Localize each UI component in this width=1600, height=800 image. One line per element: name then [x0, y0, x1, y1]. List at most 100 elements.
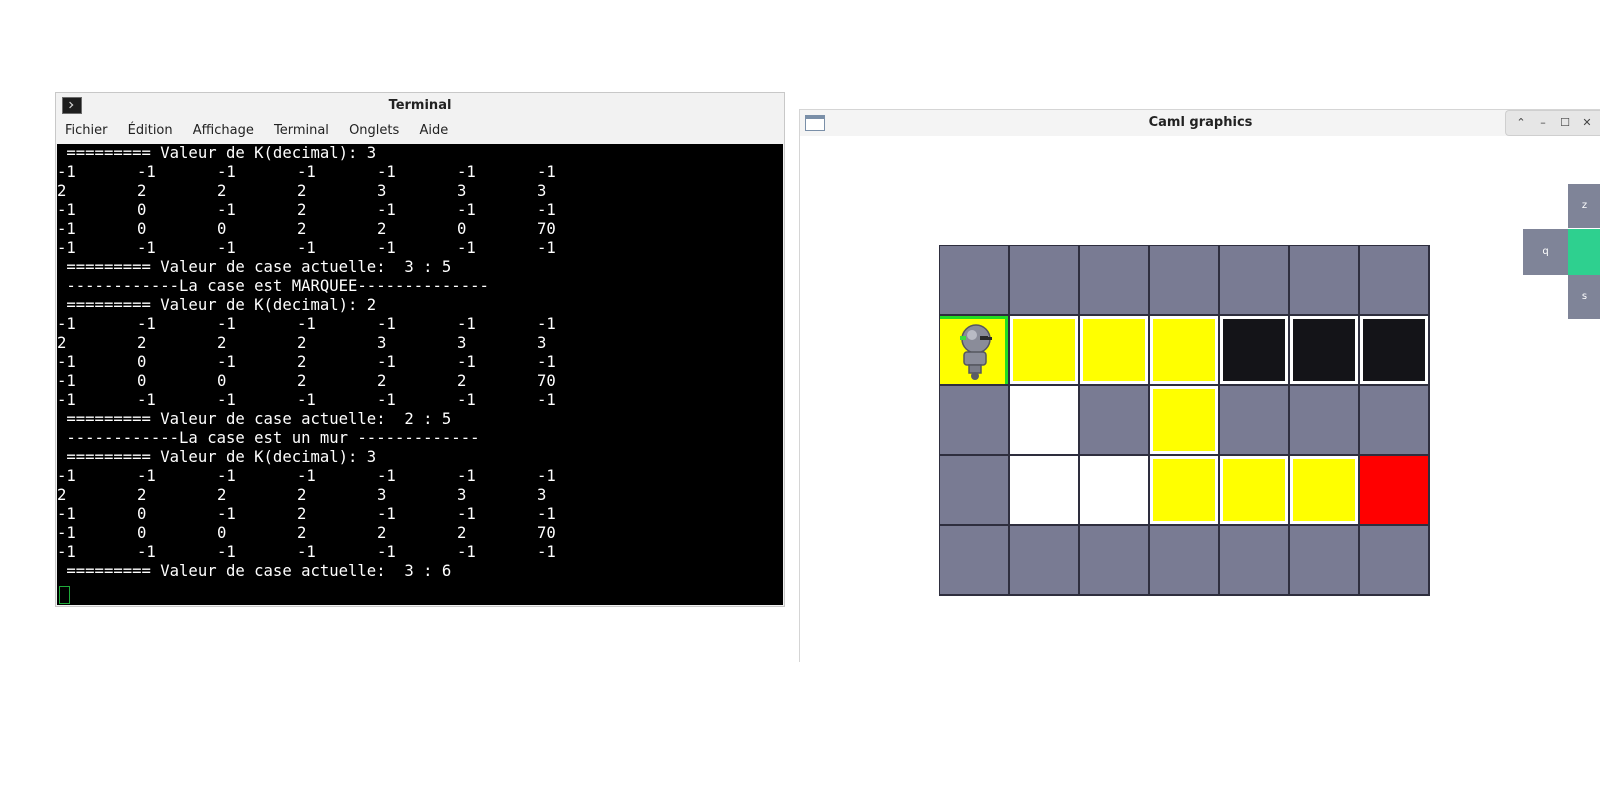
maze-cell-path	[1080, 316, 1148, 384]
terminal-matrix-cell: -1	[457, 201, 476, 219]
terminal-matrix-cell: -1	[537, 239, 556, 257]
maze-cell-wall	[1290, 526, 1358, 594]
maze-cell-marked	[1360, 316, 1428, 384]
terminal-matrix-cell: 2	[457, 372, 467, 390]
terminal-window[interactable]: Terminal Fichier Édition Affichage Termi…	[55, 92, 785, 607]
terminal-matrix-cell: 2	[297, 334, 307, 352]
terminal-matrix-cell: 2	[137, 182, 147, 200]
maze-cell-path	[1010, 316, 1078, 384]
terminal-matrix-cell: 3	[377, 334, 387, 352]
terminal-matrix-cell: 3	[457, 334, 467, 352]
terminal-matrix-cell: -1	[217, 163, 236, 181]
maze-cell-wall	[1360, 526, 1428, 594]
terminal-matrix-cell: 2	[297, 353, 307, 371]
maze-board	[939, 245, 1430, 596]
terminal-matrix-cell: 0	[217, 220, 227, 238]
control-down-key[interactable]: s	[1568, 275, 1600, 319]
terminal-matrix-cell: -1	[457, 505, 476, 523]
terminal-matrix-cell: 0	[137, 505, 147, 523]
shade-icon[interactable]: ⌃	[1514, 116, 1528, 129]
robot-icon	[960, 324, 992, 380]
terminal-matrix-cell: 3	[537, 334, 547, 352]
terminal-cursor	[59, 586, 70, 604]
terminal-matrix-cell: -1	[457, 163, 476, 181]
maze-cell-path	[1220, 456, 1288, 524]
control-up-key[interactable]: z	[1568, 184, 1600, 228]
terminal-matrix-cell: 2	[57, 334, 67, 352]
terminal-line: ========= Valeur de K(decimal): 3	[57, 144, 377, 162]
maze-cell-wall	[940, 386, 1008, 454]
menu-onglets[interactable]: Onglets	[340, 119, 406, 138]
caml-graphics-window[interactable]: Caml graphics ⌃ – ☐ ✕ z q s	[799, 109, 1600, 662]
terminal-matrix-cell: -1	[217, 201, 236, 219]
maze-cell-wall	[940, 456, 1008, 524]
maze-cell-wall	[1080, 386, 1148, 454]
terminal-matrix-cell: -1	[57, 372, 76, 390]
maze-cell-wall	[1290, 386, 1358, 454]
caml-title: Caml graphics	[1148, 115, 1253, 130]
terminal-matrix-cell: -1	[377, 353, 396, 371]
terminal-matrix-cell: -1	[217, 543, 236, 561]
terminal-matrix-cell: 2	[137, 334, 147, 352]
terminal-matrix-cell: -1	[297, 543, 316, 561]
maze-cell-empty	[1080, 456, 1148, 524]
terminal-titlebar[interactable]: Terminal	[56, 93, 784, 117]
maze-cell-wall	[1010, 526, 1078, 594]
maze-cell-wall	[940, 526, 1008, 594]
maze-cell-wall	[1360, 246, 1428, 314]
maximize-icon[interactable]: ☐	[1558, 116, 1572, 129]
control-center-key[interactable]	[1568, 229, 1600, 275]
terminal-matrix-cell: -1	[57, 505, 76, 523]
terminal-matrix-cell: 2	[457, 524, 467, 542]
terminal-matrix-cell: -1	[537, 467, 556, 485]
caml-titlebar[interactable]: Caml graphics ⌃ – ☐ ✕	[800, 110, 1600, 136]
terminal-matrix-cell: 2	[297, 486, 307, 504]
terminal-menubar: Fichier Édition Affichage Terminal Ongle…	[56, 119, 784, 141]
maze-cell-path	[1150, 456, 1218, 524]
menu-affichage[interactable]: Affichage	[184, 119, 261, 138]
terminal-matrix-cell: 2	[217, 486, 227, 504]
menu-edition[interactable]: Édition	[119, 119, 180, 138]
terminal-matrix-cell: 0	[137, 524, 147, 542]
terminal-matrix-cell: -1	[217, 391, 236, 409]
menu-aide[interactable]: Aide	[410, 119, 455, 138]
terminal-matrix-cell: -1	[297, 315, 316, 333]
terminal-matrix-cell: -1	[217, 467, 236, 485]
maze-cell-wall	[1010, 246, 1078, 314]
terminal-matrix-cell: -1	[377, 163, 396, 181]
terminal-matrix-cell: -1	[137, 467, 156, 485]
terminal-line: ========= Valeur de case actuelle: 3 : 5	[57, 258, 452, 276]
maze-cell-wall	[1150, 246, 1218, 314]
terminal-matrix-cell: 2	[217, 334, 227, 352]
maze-cell-wall	[1220, 526, 1288, 594]
terminal-matrix-cell: -1	[377, 505, 396, 523]
maze-cell-marked	[1290, 316, 1358, 384]
maze-cell-current	[940, 316, 1008, 384]
terminal-matrix-cell: -1	[537, 505, 556, 523]
maze-cell-wall	[1290, 246, 1358, 314]
close-icon[interactable]: ✕	[1580, 116, 1594, 129]
maze-cell-empty	[1010, 456, 1078, 524]
control-left-key[interactable]: q	[1523, 229, 1568, 275]
terminal-matrix-cell: 3	[457, 486, 467, 504]
terminal-matrix-cell: -1	[57, 163, 76, 181]
terminal-matrix-cell: 2	[137, 486, 147, 504]
terminal-matrix-cell: 2	[377, 220, 387, 238]
terminal-matrix-cell: 70	[537, 220, 556, 238]
terminal-matrix-cell: -1	[137, 239, 156, 257]
terminal-matrix-cell: -1	[137, 163, 156, 181]
terminal-output[interactable]: ========= Valeur de K(decimal): 3 -1 -1 -1-…	[57, 144, 783, 605]
terminal-matrix-cell: -1	[217, 315, 236, 333]
terminal-matrix-cell: 0	[137, 220, 147, 238]
terminal-matrix-cell: 2	[377, 524, 387, 542]
terminal-matrix-cell: -1	[457, 353, 476, 371]
menu-fichier[interactable]: Fichier	[56, 119, 115, 138]
terminal-matrix-cell: 2	[57, 486, 67, 504]
menu-terminal[interactable]: Terminal	[265, 119, 336, 138]
terminal-line: ========= Valeur de case actuelle: 3 : 6	[57, 562, 452, 580]
maze-cell-wall	[1080, 246, 1148, 314]
minimize-icon[interactable]: –	[1536, 116, 1550, 129]
maze-cell-goal	[1360, 456, 1428, 524]
terminal-matrix-cell: -1	[217, 505, 236, 523]
terminal-matrix-cell: 3	[377, 182, 387, 200]
